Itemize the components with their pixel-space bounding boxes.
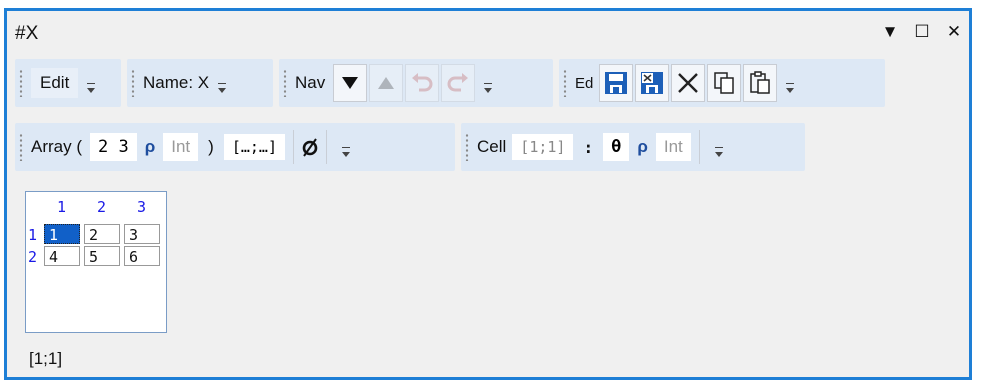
toolbar-row-1: Edit Name: X Nav Ed	[15, 59, 885, 107]
row-header[interactable]: 2	[28, 248, 37, 266]
toolbar-row-2: Array ( 2 3 ρ Int ) […;…] Cell [1;1] : θ…	[15, 123, 805, 171]
title-bar: #X ▼ ☐ ✕	[7, 11, 969, 57]
overflow-icon[interactable]	[341, 145, 351, 165]
redo-icon	[447, 73, 469, 92]
rho-symbol: ρ	[144, 137, 156, 156]
nav-toolbar: Nav	[279, 59, 553, 107]
grid-cell[interactable]: 3	[124, 224, 160, 244]
array-grid[interactable]: 1 2 3 1 2 1 2 3 4 5 6	[25, 191, 167, 333]
paste-button[interactable]	[743, 64, 778, 102]
toolbar-grip[interactable]	[19, 69, 23, 97]
array-label: Array (	[31, 137, 82, 156]
overflow-icon[interactable]	[217, 81, 227, 101]
undo-button[interactable]	[405, 64, 440, 102]
copy-button[interactable]	[707, 64, 742, 102]
editor-window: #X ▼ ☐ ✕ Edit Name: X Nav Ed Array (2 3…	[4, 8, 972, 380]
separator	[292, 130, 294, 164]
paste-icon	[750, 71, 771, 94]
copy-icon	[714, 72, 735, 94]
type-field[interactable]: Int	[163, 133, 199, 161]
name-toolbar: Name: X	[127, 59, 273, 107]
overflow-icon[interactable]	[483, 81, 493, 101]
col-header[interactable]: 3	[137, 198, 146, 216]
edit-button[interactable]: Edit	[31, 68, 79, 98]
cell-toolbar: Cell [1;1] : θ ρ Int	[461, 123, 805, 171]
cell-index-field[interactable]: [1;1]	[512, 134, 574, 160]
index-template-field[interactable]: […;…]	[223, 134, 285, 160]
triangle-up-icon	[378, 77, 395, 89]
separator	[698, 130, 700, 164]
rho-symbol: ρ	[637, 137, 648, 156]
null-symbol-icon[interactable]	[300, 136, 320, 158]
overflow-icon[interactable]	[714, 145, 724, 165]
grid-cell[interactable]: 4	[44, 246, 80, 266]
window-title: #X	[15, 23, 39, 44]
overflow-icon[interactable]	[86, 81, 96, 101]
row-header[interactable]: 1	[28, 226, 37, 244]
ed-label: Ed	[575, 74, 594, 92]
toolbar-grip[interactable]	[563, 69, 567, 97]
x-icon	[678, 73, 699, 93]
array-toolbar: Array ( 2 3 ρ Int ) […;…]	[15, 123, 455, 171]
grid-cell[interactable]: 2	[84, 224, 120, 244]
undo-icon	[412, 73, 433, 92]
toolbar-grip[interactable]	[283, 69, 287, 97]
separator	[325, 130, 327, 164]
triangle-down-icon	[342, 77, 359, 89]
name-label: Name: X	[143, 73, 210, 92]
col-header[interactable]: 1	[57, 198, 66, 216]
col-header[interactable]: 2	[97, 198, 106, 216]
cell-label: Cell	[477, 137, 507, 156]
colon-label: :	[583, 137, 594, 157]
ed-toolbar: Ed	[559, 59, 885, 107]
close-paren: )	[208, 137, 214, 156]
overflow-icon[interactable]	[785, 81, 795, 101]
save-close-icon	[641, 72, 664, 94]
nav-up-button[interactable]	[369, 64, 404, 102]
cell-value-field[interactable]: θ	[603, 133, 630, 161]
toolbar-grip[interactable]	[465, 133, 469, 161]
grid-cell-selected[interactable]: 1	[44, 224, 80, 244]
cell-type-field[interactable]: Int	[655, 133, 691, 161]
close-icon[interactable]: ✕	[945, 23, 963, 41]
nav-down-button[interactable]	[333, 64, 368, 102]
window-controls: ▼ ☐ ✕	[881, 23, 963, 41]
nav-label: Nav	[295, 73, 326, 92]
dropdown-icon[interactable]: ▼	[881, 23, 899, 41]
maximize-icon[interactable]: ☐	[913, 23, 931, 41]
toolbar-grip[interactable]	[19, 133, 23, 161]
edit-toolbar: Edit	[15, 59, 121, 107]
grid-cell[interactable]: 5	[84, 246, 120, 266]
grid-cell[interactable]: 6	[124, 246, 160, 266]
status-text: [1;1]	[29, 349, 63, 368]
save-button[interactable]	[599, 64, 634, 102]
redo-button[interactable]	[441, 64, 476, 102]
save-icon	[605, 72, 628, 94]
close-button[interactable]	[671, 64, 706, 102]
toolbar-grip[interactable]	[131, 69, 135, 97]
shape-field[interactable]: 2 3	[90, 133, 137, 161]
save-close-button[interactable]	[635, 64, 670, 102]
